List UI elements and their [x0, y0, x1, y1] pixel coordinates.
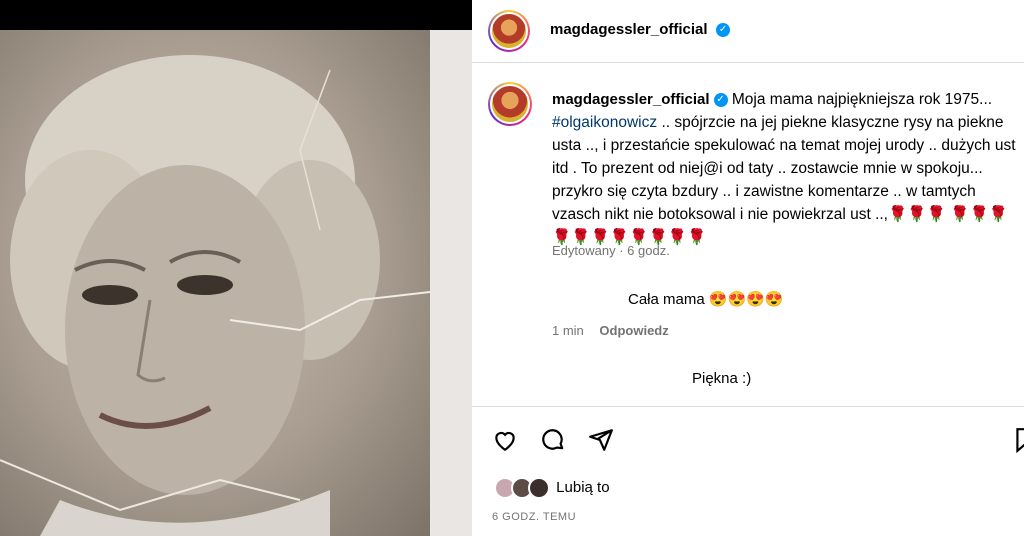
post-photo[interactable] [0, 30, 431, 536]
comment-text-2: Piękna :) [692, 370, 752, 387]
header-username[interactable]: magdagessler_official [550, 21, 708, 38]
comment-time: 1 min [552, 323, 584, 338]
hashtag-link[interactable]: #olgaikonowicz [552, 114, 657, 131]
comment-text-1: Cała mama 😍😍😍😍 [628, 291, 784, 308]
share-icon[interactable] [588, 427, 614, 453]
verified-badge-icon: ✓ [713, 92, 728, 107]
caption-username[interactable]: magdagessler_official [552, 91, 710, 108]
edited-label: Edytowany [552, 243, 616, 258]
post-photo-pane [0, 0, 472, 536]
caption: magdagessler_official ✓ Moja mama najpięk… [552, 88, 1022, 249]
photo-top-bar [0, 0, 472, 30]
comment-icon[interactable] [540, 427, 566, 453]
action-bar: Lubią to 6 GODZ. TEMU [472, 406, 1024, 536]
caption-text-line1: Moja mama najpiękniejsza rok 1975... [731, 91, 993, 108]
liker-avatars [494, 477, 552, 499]
bookmark-icon[interactable] [1012, 427, 1024, 453]
avatar[interactable] [488, 10, 530, 52]
caption-avatar[interactable] [488, 82, 532, 126]
likes-label: Lubią to [556, 478, 610, 496]
post-header: magdagessler_official ✓ [472, 0, 1024, 63]
likes-row[interactable]: Lubią to [494, 477, 610, 499]
comment-meta-1: 1 min Odpowiedz [552, 323, 669, 338]
photo-border [430, 30, 472, 536]
post-timestamp: 6 GODZ. TEMU [492, 511, 577, 523]
reply-button[interactable]: Odpowiedz [599, 323, 668, 338]
verified-badge-icon: ✓ [716, 22, 731, 37]
portrait-illustration [0, 55, 431, 536]
caption-age: 6 godz. [627, 243, 670, 258]
caption-meta: Edytowany · 6 godz. [552, 243, 670, 258]
post-sidebar: magdagessler_official ✓ magdagessler_off… [472, 0, 1024, 536]
heart-icon[interactable] [492, 427, 518, 453]
